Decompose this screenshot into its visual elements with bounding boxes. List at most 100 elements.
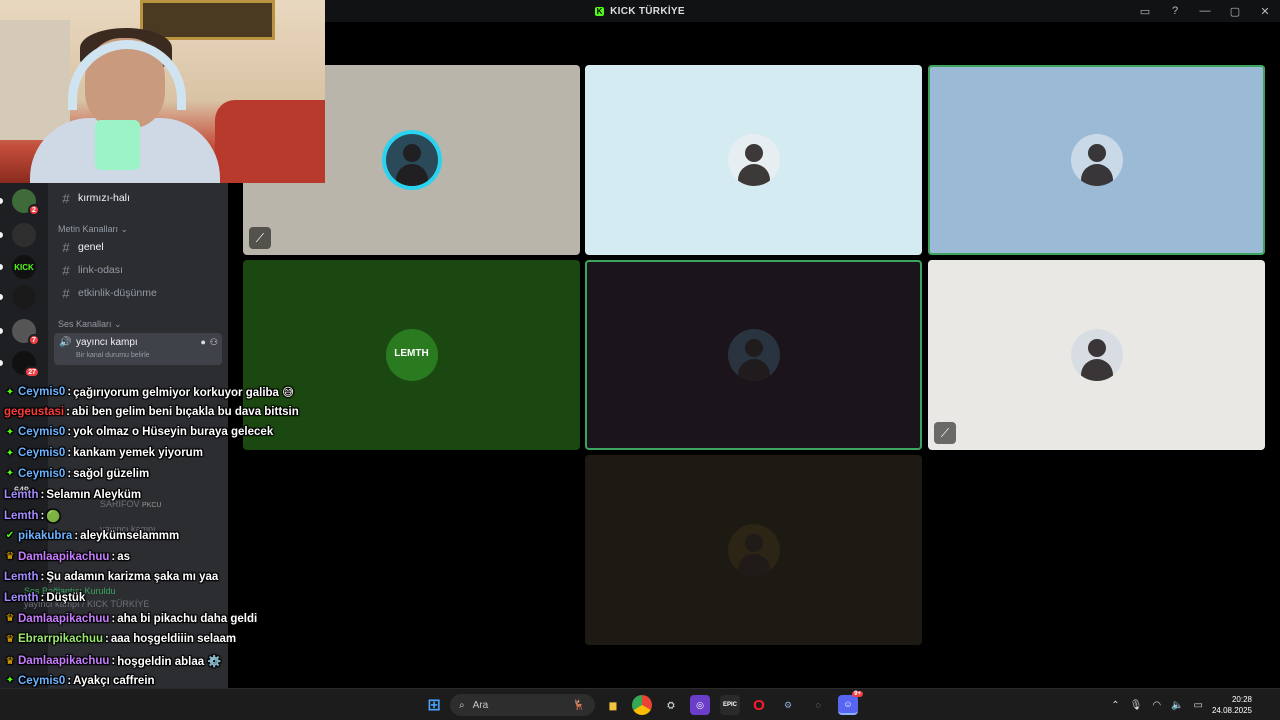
chat-username[interactable]: Damlaapikachuu — [18, 551, 109, 563]
chevron-up-icon[interactable]: ⌃ — [1106, 700, 1124, 711]
clock-time: 20:28 — [1231, 695, 1252, 704]
minimize-button[interactable]: — — [1190, 0, 1220, 22]
chat-separator: : — [40, 488, 45, 501]
opera-icon[interactable]: O — [749, 695, 769, 715]
participant-tile-2[interactable] — [585, 65, 922, 255]
server-icon-1[interactable]: 2 — [12, 189, 40, 216]
chat-text: abi ben gelim beni bıçakla bu dava bitts… — [71, 405, 299, 418]
crown-icon: ♛ — [5, 613, 15, 625]
server-icon-2[interactable] — [12, 223, 36, 247]
chat-username[interactable]: Ebrarrpikachuu — [18, 633, 103, 645]
participant-tile-4[interactable]: LEMTH — [243, 260, 580, 450]
app-circle-icon[interactable]: ◌ — [808, 695, 828, 715]
app-settings-icon[interactable]: ⚙ — [778, 695, 798, 715]
file-explorer-icon[interactable]: ▆ — [603, 695, 623, 715]
chat-username[interactable]: Ceymis0 — [18, 447, 65, 459]
chat-message: ♛ Damlaapikachuu : hoşgeldin ablaa ⚙️ — [4, 654, 222, 668]
participant-tile-7[interactable] — [585, 455, 922, 645]
chat-username[interactable]: Ceymis0 — [18, 386, 65, 398]
muted-mic-icon: ⟋ — [934, 422, 956, 444]
chat-username[interactable]: Damlaapikachuu — [18, 613, 109, 625]
inbox-icon[interactable]: ▭ — [1130, 0, 1160, 22]
crown-icon: ♛ — [5, 551, 15, 563]
avatar-figure-body — [1080, 359, 1113, 381]
hash-icon: # — [62, 262, 70, 278]
participant-tile-3[interactable] — [928, 65, 1265, 255]
epic-games-icon[interactable]: EPIC — [720, 695, 740, 715]
chat-username[interactable]: Ceymis0 — [18, 426, 65, 438]
chat-username[interactable]: Lemth — [4, 510, 39, 522]
muted-mic-icon: ⟋ — [249, 227, 271, 249]
chat-username[interactable]: pikakubra — [18, 530, 72, 542]
chat-message: ✦ Ceymis0 : yok olmaz o Hüseyin buraya ge… — [4, 426, 273, 438]
volume-icon[interactable]: 🔈 — [1166, 700, 1188, 711]
search-icon: ⌕ — [459, 699, 465, 711]
server-icon-6[interactable]: 27 — [12, 351, 40, 378]
taskbar: ⊞ ⌕ Ara 🦌 ▆ ⛭ ◎ EPIC O ⚙ ◌ ☺ 9+ ⌃ 🎙 ◠ 🔈 … — [0, 688, 1280, 720]
steam-icon[interactable]: ⛭ — [661, 695, 681, 715]
help-icon[interactable]: ? — [1160, 0, 1190, 22]
server-icon-4[interactable] — [12, 285, 36, 309]
avatar-figure-body — [737, 164, 770, 186]
chat-text: hoşgeldin ablaa ⚙️ — [117, 656, 222, 669]
channel-genel[interactable]: # genel — [54, 237, 222, 257]
check-icon: ✔ — [5, 530, 15, 542]
voice-category[interactable]: Ses Kanalları ⌄ — [58, 319, 122, 330]
clock[interactable]: 20:28 24.08.2025 — [1208, 694, 1280, 716]
add-user-icon[interactable]: ⚇ — [210, 337, 218, 348]
channel-kirmizi-hali[interactable]: # kırmızı-halı — [54, 188, 222, 208]
chat-username[interactable]: Ceymis0 — [18, 675, 65, 687]
avatar-figure — [744, 534, 763, 552]
battery-icon[interactable]: ▭ — [1189, 700, 1208, 711]
app-purple-icon[interactable]: ◎ — [690, 695, 710, 715]
avatar-figure — [402, 144, 421, 162]
chat-username[interactable]: Damlaapikachuu — [18, 655, 109, 667]
channel-link-odasi[interactable]: # link-odası — [54, 260, 222, 280]
participant-tile-6[interactable]: ⟋ — [928, 260, 1265, 450]
chat-separator: : — [67, 426, 72, 439]
chat-username[interactable]: gegeustasi — [4, 406, 64, 418]
server-icon-3[interactable]: KICK — [12, 255, 36, 279]
window-title: K KICK TÜRKİYE — [595, 6, 685, 17]
chat-message: Lemth : 🟢 — [4, 509, 61, 523]
chat-separator: : — [40, 592, 45, 604]
chat-separator: : — [67, 674, 72, 687]
chat-bubble-icon[interactable]: ● — [200, 337, 205, 348]
unread-pill — [0, 232, 3, 238]
category-label: Ses Kanalları — [58, 319, 112, 329]
chat-message: ♛ Damlaapikachuu : as — [4, 550, 131, 563]
voice-status-text[interactable]: Bir kanal durumu belirle — [76, 352, 150, 359]
start-icon[interactable]: ⊞ — [424, 695, 444, 715]
unread-pill — [0, 264, 3, 270]
close-button[interactable]: ✕ — [1250, 0, 1280, 22]
server-icon-5[interactable]: 7 — [12, 319, 40, 346]
chat-username[interactable]: Lemth — [4, 489, 39, 501]
chat-text: aha bi pikachu daha geldi — [117, 612, 258, 625]
search-highlight-icon: 🦌 — [572, 699, 585, 711]
avatar-figure-body — [395, 164, 428, 186]
chrome-icon[interactable] — [632, 695, 652, 715]
server-badge: 7 — [28, 334, 40, 346]
taskbar-search[interactable]: ⌕ Ara 🦌 — [450, 694, 595, 716]
chat-username[interactable]: Lemth — [4, 592, 39, 604]
maximize-button[interactable]: ▢ — [1220, 0, 1250, 22]
server-badge: 2 — [28, 204, 40, 216]
avatar-figure-body — [737, 554, 770, 576]
text-category[interactable]: Metin Kanalları ⌄ — [58, 224, 128, 235]
channel-etkinlik-dusunme[interactable]: # etkinlik-düşünme — [54, 283, 222, 303]
wifi-icon[interactable]: ◠ — [1147, 700, 1166, 711]
unread-pill — [0, 198, 3, 204]
chat-username[interactable]: Lemth — [4, 571, 39, 583]
chat-text: as — [117, 550, 131, 563]
discord-icon[interactable]: ☺ 9+ — [838, 691, 863, 715]
avatar-figure — [1087, 144, 1106, 162]
search-placeholder: Ara — [472, 699, 489, 711]
voice-channel-yayinci-kampi[interactable]: 🔊 yayıncı kampı Bir kanal durumu belirle… — [54, 333, 222, 365]
participant-avatar: LEMTH — [385, 329, 438, 381]
chat-message: Lemth : Selamın Aleyküm — [4, 489, 141, 501]
participant-tile-5[interactable] — [585, 260, 922, 450]
chat-username[interactable]: Ceymis0 — [18, 468, 65, 480]
voice-user-tag: PKCU — [142, 502, 162, 509]
microphone-icon[interactable]: 🎙 — [1125, 700, 1148, 711]
chat-separator: : — [40, 510, 45, 523]
